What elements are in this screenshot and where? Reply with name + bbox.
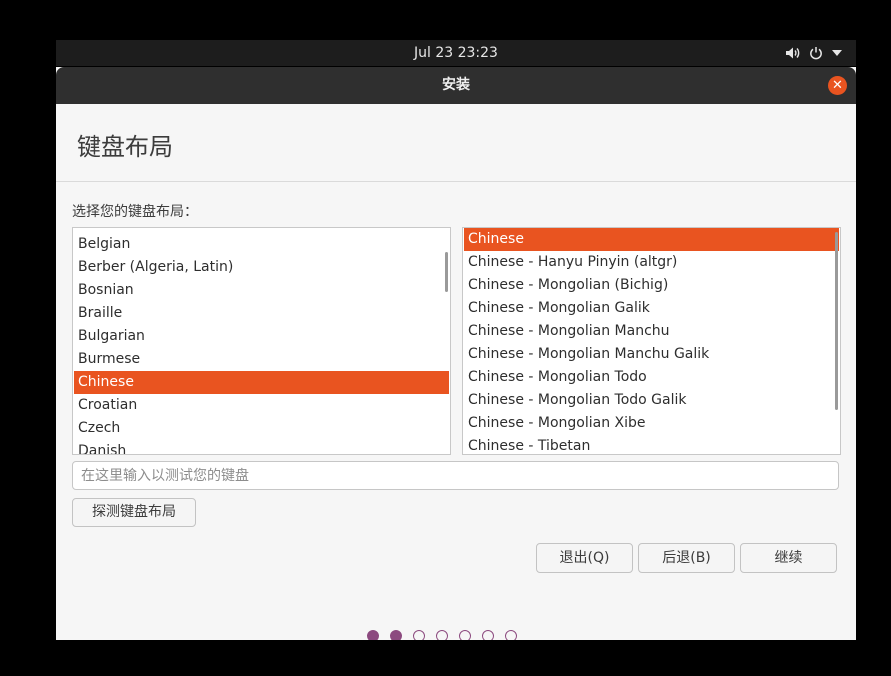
progress-dot — [459, 630, 471, 640]
layout-list-items: Belgian Berber (Algeria, Latin) Bosnian Bra… — [74, 233, 449, 454]
detect-layout-button[interactable]: 探测键盘布局 — [72, 498, 196, 527]
progress-dot — [367, 630, 379, 640]
layout-list-item[interactable]: Bosnian — [74, 279, 449, 302]
clock[interactable]: Jul 23 23:23 — [56, 40, 856, 66]
variant-list-item[interactable]: Chinese — [464, 228, 839, 251]
variant-list-item[interactable]: Chinese - Mongolian Xibe — [464, 412, 839, 435]
layout-list[interactable]: Belgian Berber (Algeria, Latin) Bosnian Bra… — [72, 227, 451, 455]
layout-list-item[interactable]: Bulgarian — [74, 325, 449, 348]
page-title: 键盘布局 — [77, 133, 173, 161]
variant-list-item[interactable]: Chinese - Mongolian Todo — [464, 366, 839, 389]
variant-list-item[interactable]: Chinese - Mongolian Galik — [464, 297, 839, 320]
power-icon[interactable] — [809, 46, 823, 60]
divider — [56, 181, 856, 182]
layout-list-item[interactable]: Braille — [74, 302, 449, 325]
variant-list-item[interactable]: Chinese - Mongolian Todo Galik — [464, 389, 839, 412]
layout-list-item[interactable]: Czech — [74, 417, 449, 440]
progress-dot — [482, 630, 494, 640]
top-bar: Jul 23 23:23 — [56, 40, 856, 66]
progress-dot — [390, 630, 402, 640]
variant-list-item[interactable]: Chinese - Mongolian (Bichig) — [464, 274, 839, 297]
layout-list-item[interactable]: Chinese — [74, 371, 449, 394]
window-title: 安装 — [442, 77, 470, 93]
keyboard-test-input[interactable] — [72, 461, 839, 490]
variant-list-item[interactable]: Chinese - Mongolian Manchu Galik — [464, 343, 839, 366]
layout-list-item[interactable]: Croatian — [74, 394, 449, 417]
layout-prompt: 选择您的键盘布局： — [72, 204, 198, 220]
installer-window: 安装 ✕ 键盘布局 选择您的键盘布局： Belgian Berber (Alger… — [56, 67, 856, 640]
menu-arrow-icon[interactable] — [832, 50, 842, 56]
quit-button[interactable]: 退出(Q) — [536, 543, 633, 573]
continue-button[interactable]: 继续 — [740, 543, 837, 573]
variant-list-items: Chinese Chinese - Hanyu Pinyin (altgr) Chi… — [464, 228, 839, 454]
layout-list-item[interactable]: Berber (Algeria, Latin) — [74, 256, 449, 279]
system-tray[interactable] — [785, 40, 842, 66]
progress-indicator — [367, 630, 517, 640]
title-bar[interactable]: 安装 ✕ — [56, 67, 856, 104]
layout-list-item[interactable]: Danish — [74, 440, 449, 454]
layout-list-item[interactable]: Belgian — [74, 233, 449, 256]
variant-list-item[interactable]: Chinese - Mongolian Manchu — [464, 320, 839, 343]
variant-list-scrollbar[interactable] — [835, 232, 838, 410]
variant-list-item[interactable]: Chinese - Hanyu Pinyin (altgr) — [464, 251, 839, 274]
back-button[interactable]: 后退(B) — [638, 543, 735, 573]
variant-list-item[interactable]: Chinese - Tibetan — [464, 435, 839, 454]
progress-dot — [436, 630, 448, 640]
volume-icon[interactable] — [785, 46, 800, 60]
layout-list-item[interactable]: Burmese — [74, 348, 449, 371]
variant-list[interactable]: Chinese Chinese - Hanyu Pinyin (altgr) Chi… — [462, 227, 841, 455]
layout-list-scrollbar[interactable] — [445, 252, 448, 292]
progress-dot — [413, 630, 425, 640]
progress-dot — [505, 630, 517, 640]
close-icon[interactable]: ✕ — [828, 76, 847, 95]
